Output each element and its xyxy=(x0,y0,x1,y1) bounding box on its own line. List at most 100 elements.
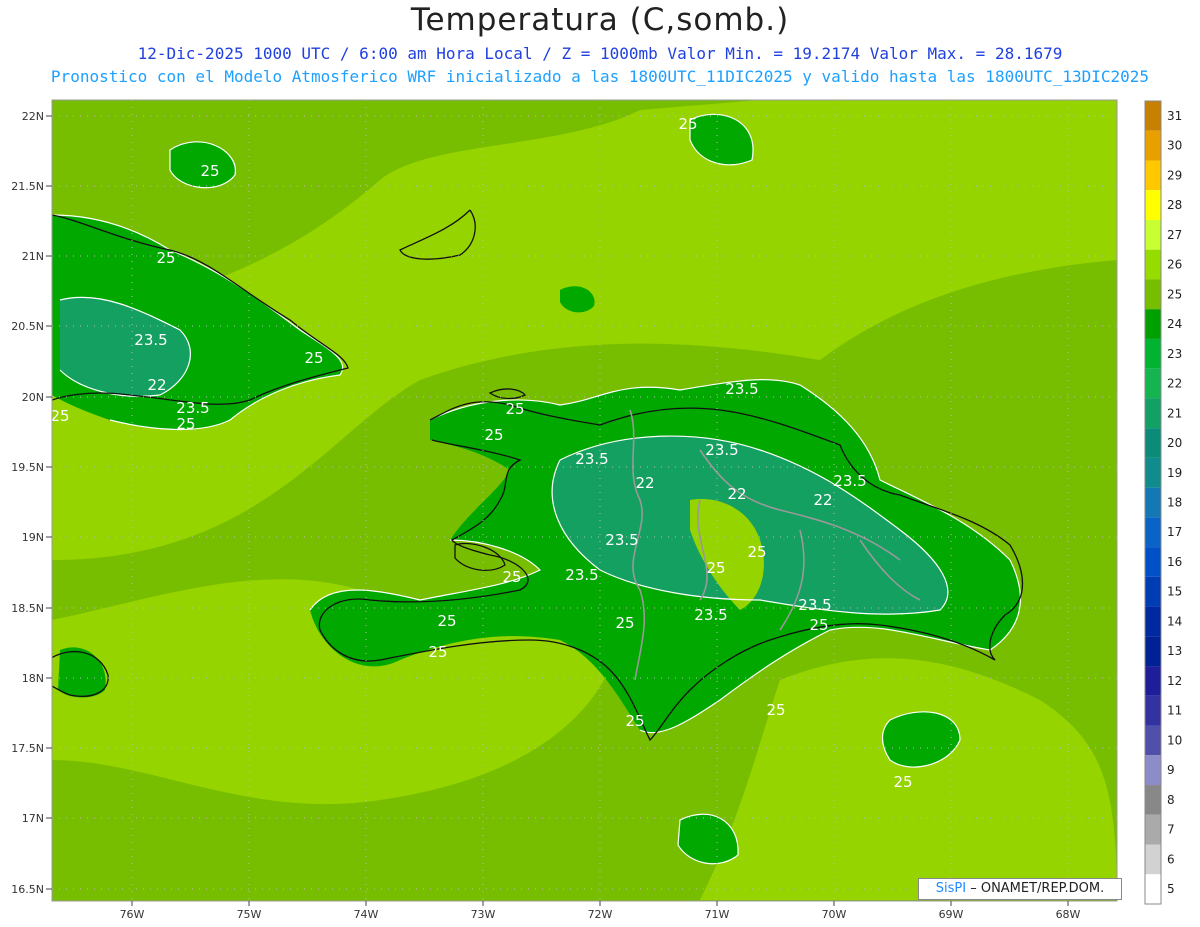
colorbar-label: 31 xyxy=(1167,109,1182,123)
lat-tick-label: 17.5N xyxy=(11,742,44,755)
colorbar-label: 29 xyxy=(1167,168,1182,182)
lat-tick-label: 21N xyxy=(22,250,44,263)
colorbar-swatch xyxy=(1145,160,1161,191)
longitude-labels: 76W 75W 74W 73W 72W 71W 70W 69W 68W xyxy=(120,901,1081,921)
colorbar-swatch xyxy=(1145,279,1161,310)
contour-value-label: 23.5 xyxy=(725,380,758,398)
colorbar-swatch xyxy=(1145,368,1161,399)
colorbar-label: 8 xyxy=(1167,793,1175,807)
colorbar-label: 23 xyxy=(1167,347,1182,361)
colorbar-swatch xyxy=(1145,517,1161,548)
contour-value-label: 25 xyxy=(200,162,219,180)
contour-value-label: 25 xyxy=(747,543,766,561)
colorbar-label: 9 xyxy=(1167,763,1175,777)
credit-text: – ONAMET/REP.DOM. xyxy=(970,881,1105,896)
colorbar-label: 6 xyxy=(1167,852,1175,866)
colorbar-swatch xyxy=(1145,755,1161,786)
colorbar-label: 16 xyxy=(1167,555,1182,569)
colorbar-swatch xyxy=(1145,249,1161,280)
colorbar-swatch xyxy=(1145,398,1161,429)
contour-value-label: 23.5 xyxy=(833,472,866,490)
contour-value-label: 25 xyxy=(678,115,697,133)
colorbar-label: 25 xyxy=(1167,287,1182,301)
contour-value-label: 22 xyxy=(813,491,832,509)
lat-tick-label: 19.5N xyxy=(11,461,44,474)
latitude-labels: 22N 21.5N 21N 20.5N 20N 19.5N 19N 18.5N 18N 17.5N… xyxy=(11,110,52,896)
credit-brand: SisPI xyxy=(935,881,967,896)
colorbar-label: 17 xyxy=(1167,525,1182,539)
colorbar-swatch xyxy=(1145,130,1161,161)
lat-tick-label: 17N xyxy=(22,812,44,825)
contour-value-label: 23.5 xyxy=(575,450,608,468)
colorbar-label: 7 xyxy=(1167,823,1175,837)
colorbar-label: 22 xyxy=(1167,377,1182,391)
contour-value-label: 25 xyxy=(706,559,725,577)
temperature-field: 25252523.52223.5252525252523.523.523.522… xyxy=(50,100,1117,901)
credit-box: SisPI – ONAMET/REP.DOM. xyxy=(918,878,1122,900)
colorbar-swatch xyxy=(1145,725,1161,756)
contour-value-label: 22 xyxy=(147,376,166,394)
contour-value-label: 25 xyxy=(428,643,447,661)
contour-value-label: 25 xyxy=(505,400,524,418)
colorbar-label: 5 xyxy=(1167,882,1175,896)
temperature-map: 25252523.52223.5252525252523.523.523.522… xyxy=(11,99,1182,921)
contour-value-label: 25 xyxy=(625,712,644,730)
contour-value-label: 25 xyxy=(437,612,456,630)
colorbar-label: 10 xyxy=(1167,733,1182,747)
colorbar-swatch xyxy=(1145,219,1161,250)
lat-tick-label: 18.5N xyxy=(11,602,44,615)
colorbar-swatch xyxy=(1145,309,1161,339)
colorbar-label: 12 xyxy=(1167,674,1182,688)
lon-tick-label: 70W xyxy=(822,908,847,921)
colorbar-label: 19 xyxy=(1167,466,1182,480)
colorbar-swatch xyxy=(1145,190,1161,220)
colorbar-swatch xyxy=(1145,101,1161,131)
colorbar-swatch xyxy=(1145,636,1161,667)
colorbar-swatch xyxy=(1145,874,1161,904)
lon-tick-label: 71W xyxy=(705,908,730,921)
colorbar-swatch xyxy=(1145,814,1161,845)
colorbar-swatch xyxy=(1145,666,1161,696)
contour-value-label: 23.5 xyxy=(134,331,167,349)
lat-tick-label: 19N xyxy=(22,531,44,544)
colorbar-label: 27 xyxy=(1167,228,1182,242)
colorbar-swatch xyxy=(1145,338,1161,369)
contour-value-label: 25 xyxy=(766,701,785,719)
contour-value-label: 25 xyxy=(502,568,521,586)
colorbar-label: 11 xyxy=(1167,704,1182,718)
lat-tick-label: 18N xyxy=(22,672,44,685)
contour-value-label: 25 xyxy=(615,614,634,632)
colorbar-label: 24 xyxy=(1167,317,1182,331)
contour-value-label: 23.5 xyxy=(694,606,727,624)
lat-tick-label: 16.5N xyxy=(11,883,44,896)
colorbar-label: 14 xyxy=(1167,614,1182,628)
colorbar-swatch xyxy=(1145,844,1161,875)
lat-tick-label: 20N xyxy=(22,391,44,404)
colorbar-swatch xyxy=(1145,695,1161,726)
colorbar-label: 20 xyxy=(1167,436,1182,450)
contour-value-label: 23.5 xyxy=(798,596,831,614)
colorbar-label: 30 xyxy=(1167,139,1182,153)
contour-value-label: 25 xyxy=(156,249,175,267)
colorbar-label: 15 xyxy=(1167,585,1182,599)
colorbar-label: 26 xyxy=(1167,258,1182,272)
lat-tick-label: 20.5N xyxy=(11,320,44,333)
colorbar-swatch xyxy=(1145,428,1161,458)
colorbar-label: 21 xyxy=(1167,406,1182,420)
lon-tick-label: 72W xyxy=(588,908,613,921)
lon-tick-label: 68W xyxy=(1056,908,1081,921)
colorbar: 31 30 29 28 27 26 25 24 23 22 21 20 19 18 17 16 15 14 13 12… xyxy=(1144,100,1182,905)
lon-tick-label: 69W xyxy=(939,908,964,921)
colorbar-swatch xyxy=(1145,576,1161,607)
lat-tick-label: 22N xyxy=(22,110,44,123)
contour-value-label: 22 xyxy=(635,474,654,492)
contour-value-label: 25 xyxy=(304,349,323,367)
contour-value-label: 25 xyxy=(50,407,69,425)
lon-tick-label: 73W xyxy=(471,908,496,921)
lat-tick-label: 21.5N xyxy=(11,180,44,193)
contour-value-label: 25 xyxy=(484,426,503,444)
contour-value-label: 23.5 xyxy=(605,531,638,549)
contour-value-label: 23.5 xyxy=(705,441,738,459)
contour-value-label: 22 xyxy=(727,485,746,503)
colorbar-swatch xyxy=(1145,785,1161,815)
